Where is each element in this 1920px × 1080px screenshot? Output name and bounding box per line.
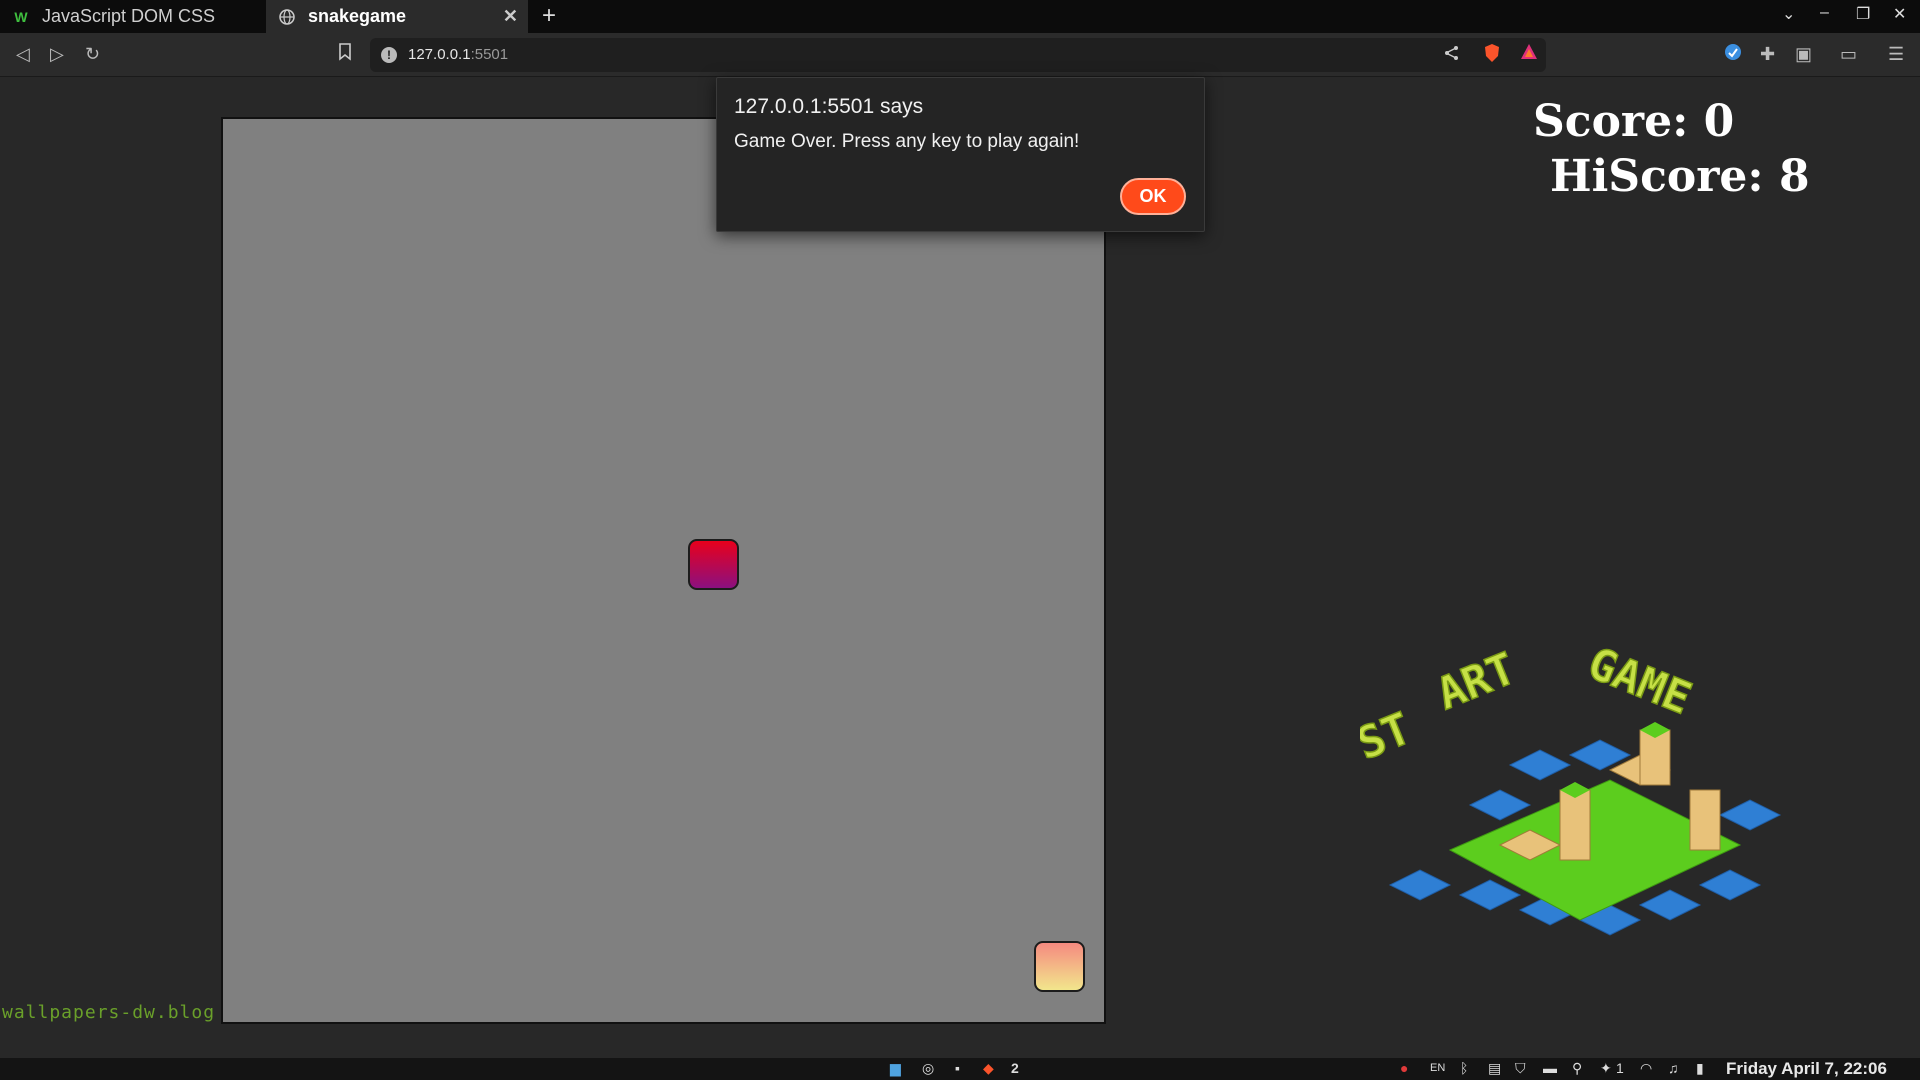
globe-icon bbox=[278, 8, 296, 26]
share-icon[interactable] bbox=[1444, 44, 1460, 66]
site-info-icon[interactable]: ! bbox=[381, 47, 397, 63]
battery-icon[interactable]: ▮ bbox=[1696, 1060, 1704, 1077]
address-bar[interactable]: ! 127.0.0.1:5501 bbox=[370, 38, 1546, 72]
tab-snakegame[interactable]: snakegame ✕ bbox=[266, 0, 528, 33]
brave-taskbar-icon[interactable]: ◆ bbox=[983, 1060, 994, 1077]
alert-dialog: 127.0.0.1:5501 says Game Over. Press any… bbox=[716, 77, 1205, 232]
dialog-title: 127.0.0.1:5501 says bbox=[734, 95, 924, 118]
app-icon[interactable]: ◎ bbox=[922, 1060, 934, 1077]
system-taskbar: ▆ ◎ ▪ ◆ 2 ● EN ᛒ ▤ ⛉ ▬ ⚲ ✦ 1 ◠ ♫ ▮ Frida… bbox=[0, 1058, 1920, 1080]
files-icon[interactable]: ▆ bbox=[890, 1060, 901, 1077]
wallpaper-watermark: wallpapers-dw.blog bbox=[2, 1002, 216, 1023]
drive-icon[interactable]: ▬ bbox=[1543, 1060, 1557, 1076]
minimize-icon[interactable]: – bbox=[1820, 4, 1829, 22]
snake-head bbox=[1034, 941, 1085, 992]
music-icon[interactable]: ♫ bbox=[1668, 1060, 1679, 1076]
close-window-icon[interactable]: ✕ bbox=[1893, 4, 1906, 24]
wallet-icon[interactable]: ▭ bbox=[1840, 43, 1857, 65]
system-clock[interactable]: Friday April 7, 22:06 bbox=[1726, 1059, 1887, 1079]
terminal-icon[interactable]: ▪ bbox=[955, 1060, 960, 1076]
browser-toolbar: ◁ ▷ ↻ ! 127.0.0.1:5501 ✚ ▣ ▭ ☰ bbox=[0, 33, 1920, 77]
isometric-tiles bbox=[1388, 722, 1782, 936]
bluetooth-icon[interactable]: ᛒ bbox=[1460, 1060, 1468, 1076]
close-tab-icon[interactable]: ✕ bbox=[503, 6, 518, 27]
score-display: Score: 0 bbox=[1533, 96, 1735, 147]
tab-label: JavaScript DOM CSS bbox=[42, 6, 216, 26]
w-favicon-icon: W bbox=[14, 8, 28, 25]
svg-text:ART: ART bbox=[1430, 643, 1523, 720]
forward-icon[interactable]: ▷ bbox=[50, 43, 64, 65]
new-tab-icon[interactable]: + bbox=[542, 2, 556, 30]
hiscore-display: HiScore: 8 bbox=[1550, 151, 1810, 202]
language-indicator[interactable]: EN bbox=[1430, 1062, 1445, 1074]
dialog-message: Game Over. Press any key to play again! bbox=[734, 131, 1080, 152]
start-game-logo: ST ART GAME bbox=[1360, 637, 1782, 936]
clipboard-icon[interactable]: ▤ bbox=[1488, 1060, 1501, 1077]
food-block bbox=[688, 539, 739, 590]
svg-text:GAME: GAME bbox=[1581, 638, 1698, 725]
notification-count: 1 bbox=[1616, 1060, 1624, 1076]
clock-tray-icon[interactable]: ● bbox=[1400, 1060, 1408, 1076]
game-board[interactable] bbox=[221, 117, 1106, 1024]
workspace-number[interactable]: 2 bbox=[1011, 1060, 1019, 1076]
tab-bar: W JavaScript DOM CSS snakegame ✕ + ⌄ – ❐… bbox=[0, 0, 1920, 33]
maximize-icon[interactable]: ❐ bbox=[1856, 4, 1870, 24]
reload-icon[interactable]: ↻ bbox=[85, 43, 100, 65]
tab-label: snakegame bbox=[308, 6, 407, 26]
extensions-icon[interactable]: ✚ bbox=[1760, 43, 1775, 65]
menu-icon[interactable]: ☰ bbox=[1888, 43, 1904, 65]
sidebar-icon[interactable]: ▣ bbox=[1795, 43, 1812, 65]
brave-shields-icon[interactable] bbox=[1483, 43, 1501, 68]
tab-javascript-dom-css[interactable]: W JavaScript DOM CSS bbox=[0, 0, 265, 33]
url-text: 127.0.0.1:5501 bbox=[408, 46, 509, 63]
wifi-icon[interactable]: ◠ bbox=[1640, 1060, 1652, 1077]
svg-text:ST: ST bbox=[1360, 703, 1418, 770]
tab-list-chevron-icon[interactable]: ⌄ bbox=[1782, 4, 1795, 24]
location-icon[interactable]: ⚲ bbox=[1572, 1060, 1582, 1077]
shield-icon[interactable]: ⛉ bbox=[1515, 1060, 1526, 1077]
notification-icon[interactable]: ✦ bbox=[1600, 1060, 1612, 1077]
brave-rewards-icon[interactable] bbox=[1520, 43, 1538, 66]
bookmark-icon[interactable] bbox=[338, 43, 352, 66]
ok-button[interactable]: OK bbox=[1120, 178, 1186, 215]
vpn-icon[interactable] bbox=[1724, 43, 1742, 66]
back-icon[interactable]: ◁ bbox=[16, 43, 30, 65]
